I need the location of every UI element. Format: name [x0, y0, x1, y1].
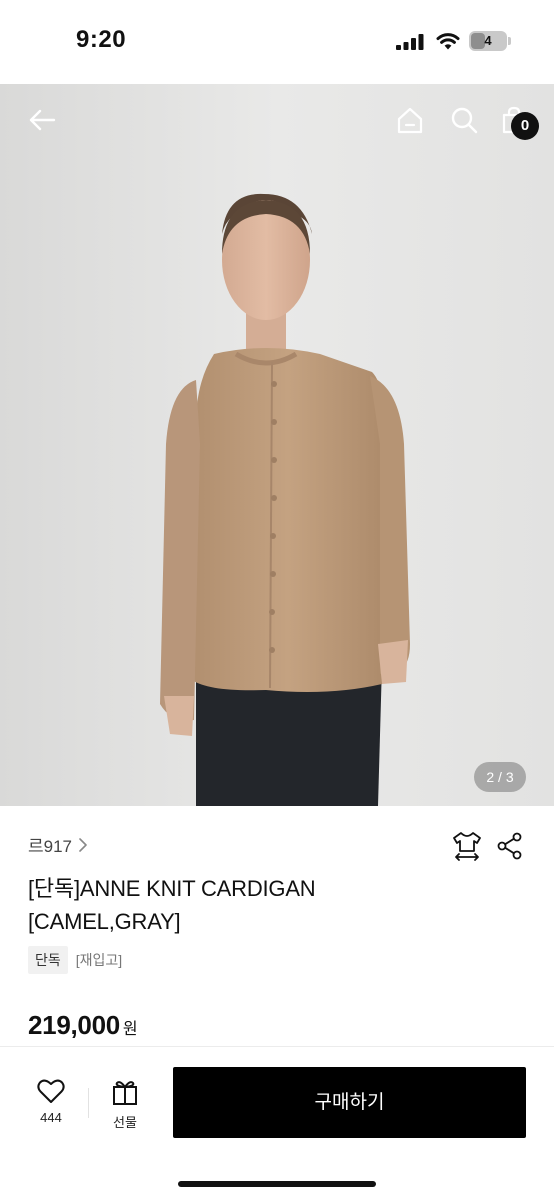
- heart-icon: [37, 1079, 65, 1103]
- signal-icon: [396, 34, 424, 50]
- bottom-divider: [88, 1088, 89, 1118]
- gift-icon: [113, 1081, 137, 1105]
- product-tags: 단독 [재입고]: [28, 946, 122, 974]
- arrow-left-icon: [29, 109, 56, 131]
- shirt-size-icon[interactable]: [452, 830, 482, 862]
- price-value: 219,000: [28, 1010, 120, 1040]
- share-icon[interactable]: [496, 832, 524, 860]
- back-button[interactable]: [20, 98, 64, 142]
- status-bar: 9:20 4: [0, 0, 554, 84]
- search-icon: [451, 107, 478, 134]
- gift-label: 선물: [113, 1115, 137, 1130]
- brand-link[interactable]: 르917: [28, 832, 88, 857]
- battery-cap: [508, 37, 511, 45]
- status-time: 9:20: [76, 26, 127, 53]
- exclusive-tag: 단독: [28, 946, 68, 974]
- like-count: 444: [40, 1110, 62, 1125]
- cart-count-badge: 0: [511, 112, 539, 140]
- price: 219,000 원: [28, 1010, 138, 1041]
- battery-icon: 4: [469, 31, 507, 51]
- wifi-icon: [436, 33, 460, 50]
- home-indicator: [178, 1181, 376, 1187]
- price-currency: 원: [122, 1021, 138, 1038]
- search-button[interactable]: [442, 98, 486, 142]
- home-icon: [397, 107, 423, 134]
- battery-level: 4: [484, 33, 492, 48]
- brand-name: 르917: [28, 837, 73, 856]
- chevron-right-icon: [79, 837, 87, 852]
- gift-button[interactable]: 선물: [100, 1078, 150, 1132]
- product-title: [단독]ANNE KNIT CARDIGAN [CAMEL,GRAY]: [28, 876, 316, 934]
- image-page-indicator: 2 / 3: [474, 762, 526, 792]
- like-button[interactable]: 444: [26, 1078, 76, 1132]
- product-image-carousel[interactable]: 2 / 3: [0, 84, 554, 806]
- product-photo: [0, 84, 554, 806]
- buy-button[interactable]: 구매하기: [173, 1067, 526, 1138]
- restock-tag: [재입고]: [75, 952, 123, 968]
- home-button[interactable]: [388, 98, 432, 142]
